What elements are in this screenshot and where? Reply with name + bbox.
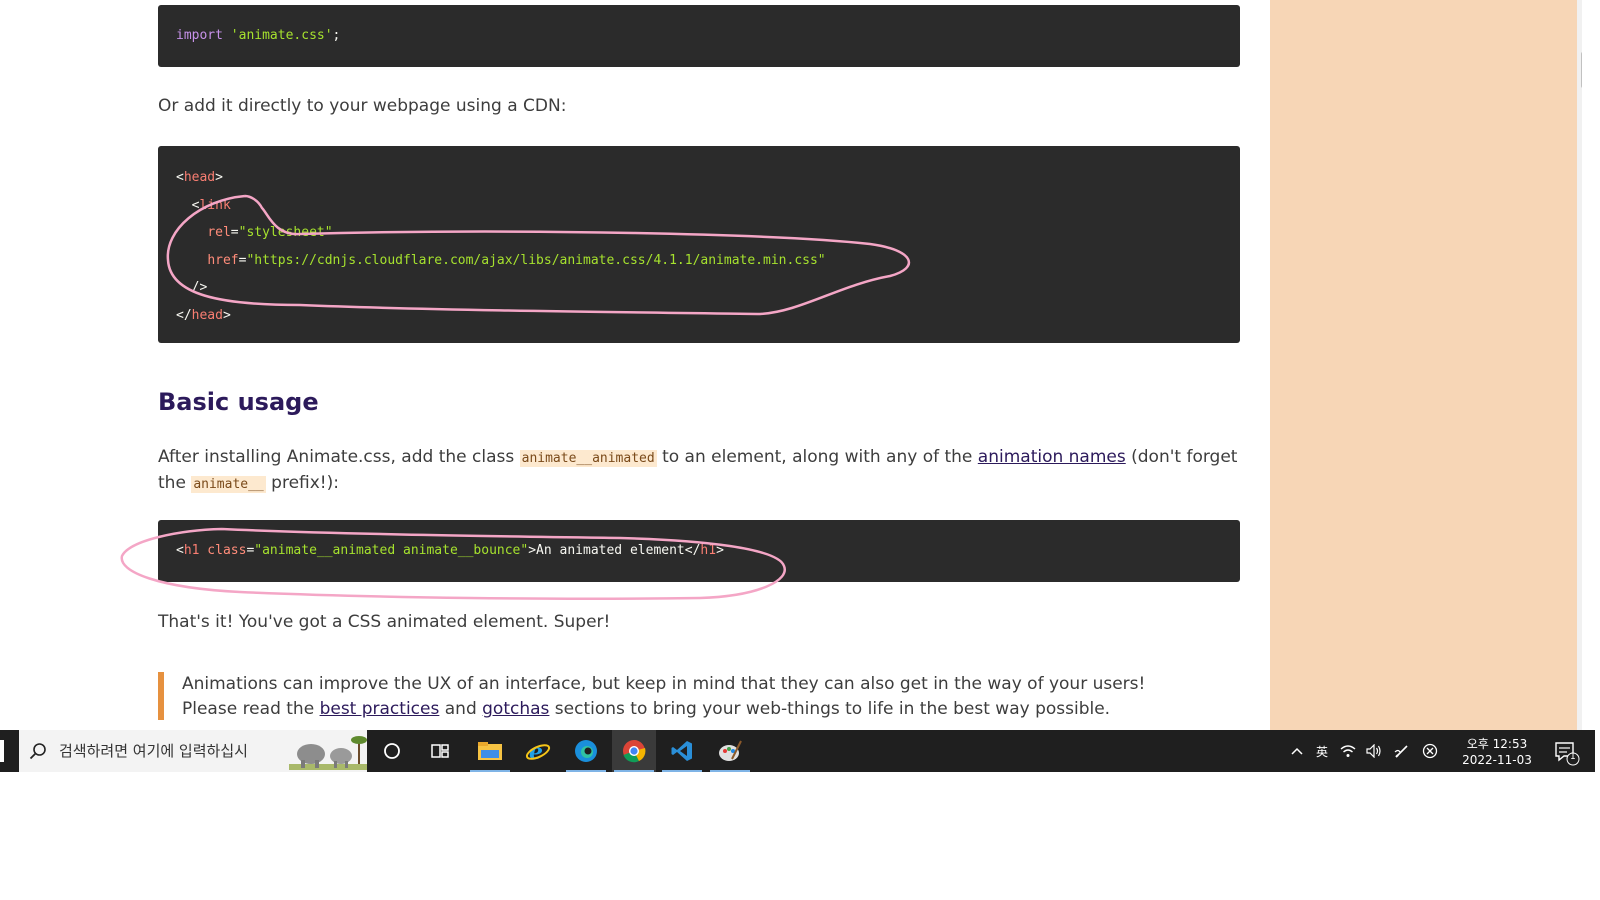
code-tag: h1 [183, 543, 200, 558]
blank-area [0, 772, 1600, 900]
volume-button[interactable] [1362, 730, 1386, 772]
link-best-practices[interactable]: best practices [320, 699, 440, 719]
usage-text: to an element, along with any of the [656, 447, 978, 467]
scrollbar-thumb[interactable] [1581, 52, 1582, 88]
blockquote-line: Animations can improve the UX of an inte… [182, 674, 1146, 694]
task-view-icon [431, 744, 449, 758]
notification-count-badge: 1 [1570, 752, 1576, 762]
chrome-button[interactable] [612, 730, 656, 772]
inline-code-animated: animate__animated [519, 450, 657, 467]
clock-date: 2022-11-03 [1462, 753, 1532, 767]
usage-text: After installing Animate.css, add the cl… [158, 447, 520, 467]
close-status-button[interactable] [1418, 730, 1442, 772]
code-punct: > [215, 170, 223, 185]
blockquote-note: Animations can improve the UX of an inte… [158, 672, 1240, 720]
code-block-h1: <h1 class="animate__animated animate__bo… [158, 520, 1240, 582]
code-punct: ; [332, 28, 341, 43]
code-keyword: import [176, 28, 223, 43]
vscode-icon [671, 741, 692, 761]
ime-indicator[interactable]: 英 [1310, 730, 1334, 772]
pen-icon [1394, 745, 1408, 758]
code-block-import: import 'animate.css'; [158, 5, 1240, 67]
internet-explorer-button[interactable]: e [516, 730, 560, 772]
blockquote-text: and [439, 699, 483, 719]
paint-icon [719, 740, 742, 761]
code-string: "https://cdnjs.cloudflare.com/ajax/libs/… [246, 252, 826, 268]
notification-icon [1555, 742, 1580, 766]
code-punct: </ [176, 307, 192, 323]
edge-button[interactable] [564, 730, 608, 772]
chrome-icon [623, 740, 646, 763]
elephant-illustration-icon [289, 736, 367, 770]
blockquote-text: Please read the [182, 699, 320, 719]
code-string: "animate__animated animate__bounce" [254, 543, 529, 558]
usage-text: prefix!): [265, 473, 339, 493]
code-punct: = [230, 225, 239, 240]
vscode-button[interactable] [660, 730, 704, 772]
file-explorer-icon [478, 742, 502, 760]
action-center-button[interactable]: 1 [1545, 730, 1585, 772]
paint-button[interactable] [708, 730, 752, 772]
cortana-button[interactable] [370, 730, 414, 772]
taskbar-clock[interactable]: 오후 12:53 2022-11-03 [1452, 730, 1542, 772]
blockquote-line: Please read the best practices and gotch… [182, 697, 1240, 722]
code-punct: /> [191, 280, 208, 295]
wifi-icon [1340, 745, 1356, 757]
code-punct: > [716, 543, 724, 558]
link-gotchas[interactable]: gotchas [482, 699, 549, 719]
code-string: 'animate.css' [230, 28, 333, 43]
code-string: "stylesheet" [238, 225, 333, 240]
start-button[interactable] [0, 740, 4, 762]
search-placeholder: 검색하려면 여기에 입력하십시 [59, 742, 248, 760]
search-icon [29, 743, 46, 760]
file-explorer-button[interactable] [468, 730, 512, 772]
paragraph-done: That's it! You've got a CSS animated ele… [158, 612, 611, 632]
code-tag: link [199, 197, 231, 213]
task-view-button[interactable] [418, 730, 462, 772]
code-tag: h1 [700, 543, 717, 558]
code-tag: head [191, 307, 223, 323]
close-circle-icon [1422, 743, 1438, 759]
code-punct: > [222, 307, 231, 323]
inline-code-prefix: animate__ [191, 476, 266, 493]
paragraph-usage: After installing Animate.css, add the cl… [158, 445, 1240, 497]
right-sidebar [1270, 0, 1577, 730]
clock-time: 오후 12:53 [1466, 737, 1528, 751]
code-attr: class [199, 543, 247, 558]
internet-explorer-icon: e [525, 739, 551, 764]
code-text: >An animated element</ [528, 543, 701, 558]
speaker-icon [1366, 744, 1381, 758]
taskbar-search-box[interactable]: 검색하려면 여기에 입력하십시 [19, 730, 367, 772]
code-block-cdn: <head> <link rel="stylesheet" href="http… [158, 146, 1240, 343]
section-heading-basic-usage: Basic usage [158, 388, 319, 416]
pen-workspace-button[interactable] [1390, 730, 1414, 772]
code-tag: head [183, 170, 216, 185]
code-attr: rel [207, 225, 231, 240]
cortana-icon [384, 743, 400, 759]
network-button[interactable] [1336, 730, 1360, 772]
show-hidden-icons-button[interactable] [1286, 730, 1308, 772]
windows-taskbar: 검색하려면 여기에 입력하십시 e 英 오후 12:53 2022-11-03 … [0, 730, 1595, 772]
code-punct: < [176, 170, 184, 185]
edge-icon [575, 740, 597, 762]
blockquote-text: sections to bring your web-things to lif… [549, 699, 1111, 719]
paragraph-cdn: Or add it directly to your webpage using… [158, 96, 567, 116]
link-animation-names[interactable]: animation names [978, 447, 1126, 467]
chevron-up-icon [1291, 747, 1303, 755]
code-punct: < [176, 543, 184, 558]
scroll-down-arrow-icon[interactable]: ▼ [1581, 717, 1582, 726]
code-attr: href [207, 252, 239, 268]
browser-page: import 'animate.css'; Or add it directly… [0, 0, 1582, 730]
vertical-scrollbar[interactable]: ▼ [1577, 0, 1582, 730]
